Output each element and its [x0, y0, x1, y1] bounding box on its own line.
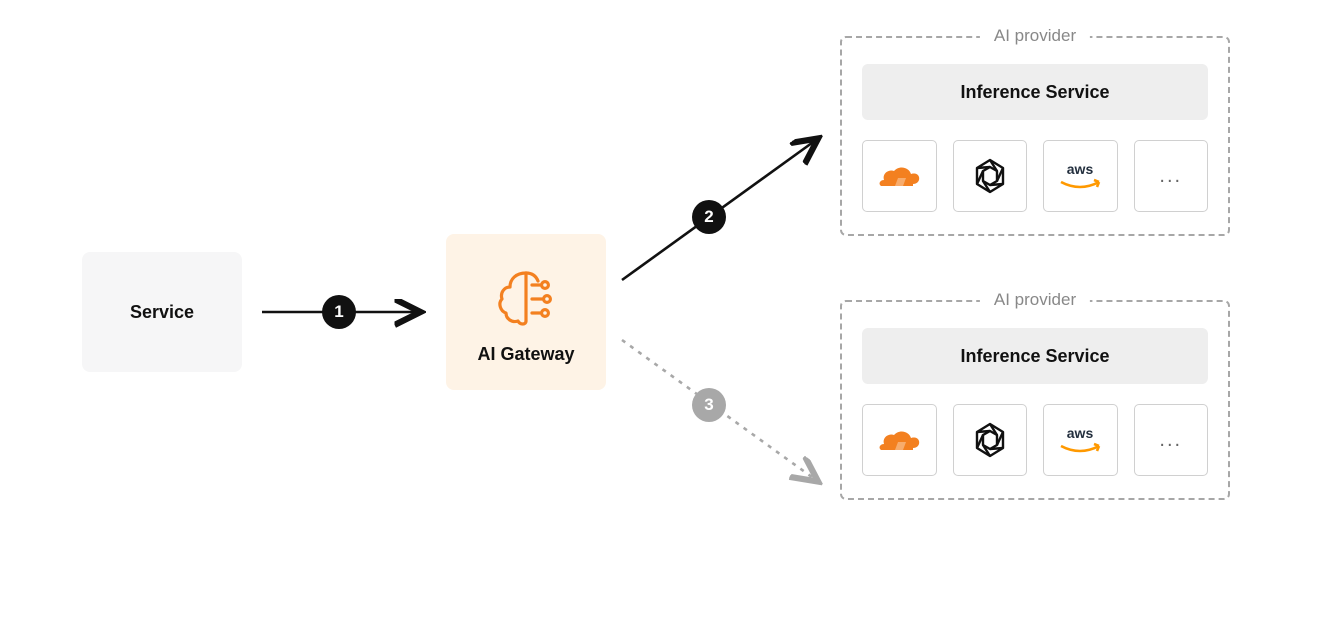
ai-provider-caption: AI provider: [980, 26, 1090, 46]
arrow-gateway-to-provider-primary: [616, 130, 836, 290]
cloudflare-icon: [862, 404, 937, 476]
openai-icon: [953, 140, 1028, 212]
diagram-canvas: Service AI Gateway 1: [0, 0, 1322, 624]
inference-service-label: Inference Service: [960, 82, 1109, 103]
service-box: Service: [82, 252, 242, 372]
aws-icon: aws: [1043, 140, 1118, 212]
ellipsis-label: ...: [1159, 429, 1182, 452]
ellipsis-label: ...: [1159, 165, 1182, 188]
provider-icon-row: aws ...: [862, 404, 1208, 476]
more-providers-icon: ...: [1134, 404, 1209, 476]
aws-icon: aws: [1043, 404, 1118, 476]
provider-icon-row: aws ...: [862, 140, 1208, 212]
svg-text:aws: aws: [1067, 161, 1094, 177]
inference-service-bar: Inference Service: [862, 328, 1208, 384]
brain-icon: [490, 259, 562, 336]
more-providers-icon: ...: [1134, 140, 1209, 212]
step-3-number: 3: [704, 395, 713, 415]
service-label: Service: [130, 302, 194, 323]
ai-gateway-box: AI Gateway: [446, 234, 606, 390]
step-1-number: 1: [334, 302, 343, 322]
step-2-number: 2: [704, 207, 713, 227]
ai-gateway-label: AI Gateway: [477, 344, 574, 365]
ai-provider-box-primary: AI provider Inference Service: [840, 36, 1230, 236]
step-badge-2: 2: [692, 200, 726, 234]
inference-service-label: Inference Service: [960, 346, 1109, 367]
ai-provider-caption: AI provider: [980, 290, 1090, 310]
ai-provider-box-secondary: AI provider Inference Service: [840, 300, 1230, 500]
arrow-gateway-to-provider-secondary: [616, 330, 836, 490]
inference-service-bar: Inference Service: [862, 64, 1208, 120]
step-badge-1: 1: [322, 295, 356, 329]
cloudflare-icon: [862, 140, 937, 212]
step-badge-3: 3: [692, 388, 726, 422]
openai-icon: [953, 404, 1028, 476]
svg-text:aws: aws: [1067, 425, 1094, 441]
